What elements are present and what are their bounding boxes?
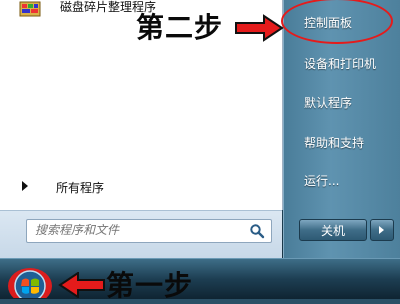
start-button[interactable]	[6, 264, 58, 298]
disk-defrag-icon	[19, 1, 41, 17]
step-one-arrow-icon	[58, 272, 105, 298]
step-one-annotation: 第一步	[106, 269, 194, 302]
shutdown-options-button[interactable]	[370, 219, 394, 241]
default-programs-link[interactable]: 默认程序	[304, 94, 352, 111]
search-icon[interactable]	[249, 223, 265, 239]
run-link[interactable]: 运行...	[304, 172, 339, 189]
step-two-arrow-icon	[235, 14, 284, 42]
search-box[interactable]	[26, 219, 272, 243]
expand-arrow-icon	[22, 181, 28, 191]
search-input[interactable]	[35, 223, 235, 237]
shutdown-button[interactable]: 关机	[299, 219, 367, 241]
control-panel-highlight	[281, 0, 393, 44]
all-programs-item[interactable]: 所有程序	[8, 176, 278, 198]
search-strip	[0, 210, 282, 259]
help-support-link[interactable]: 帮助和支持	[304, 134, 364, 151]
step-two-annotation: 第二步	[136, 11, 224, 44]
devices-printers-link[interactable]: 设备和打印机	[304, 55, 376, 72]
all-programs-label: 所有程序	[56, 181, 105, 195]
